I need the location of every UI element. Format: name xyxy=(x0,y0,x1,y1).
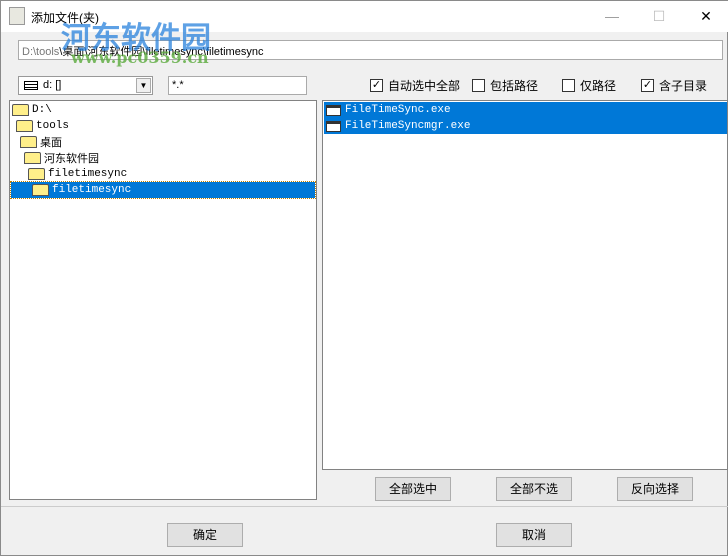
path-prefix: D:\tools xyxy=(22,46,60,58)
folder-icon xyxy=(24,152,41,164)
app-icon xyxy=(9,7,25,25)
tree-node[interactable]: filetimesync xyxy=(28,166,127,182)
folder-tree[interactable]: D:\ tools 桌面 河东软件园 filetimesync filetime… xyxy=(9,100,317,500)
drive-select[interactable]: d: [] ▼ xyxy=(18,76,153,95)
tree-node-label: 桌面 xyxy=(40,138,62,150)
checkbox-label: 自动选中全部 xyxy=(388,79,461,93)
file-item[interactable]: FileTimeSyncmgr.exe xyxy=(324,118,727,134)
checkbox-icon[interactable] xyxy=(472,79,485,92)
filter-input[interactable]: *.* xyxy=(168,76,307,95)
select-none-button[interactable]: 全部不选 xyxy=(496,477,572,501)
checkbox-path-only[interactable]: 仅路径 xyxy=(562,77,616,94)
divider xyxy=(1,506,728,507)
tree-node[interactable]: 桌面 xyxy=(20,134,62,150)
checkbox-auto-select-all[interactable]: ✓ 自动选中全部 xyxy=(370,77,460,94)
checkbox-label: 包括路径 xyxy=(490,79,539,93)
file-icon xyxy=(326,120,341,132)
cancel-button[interactable]: 取消 xyxy=(496,523,572,547)
checkbox-include-path[interactable]: 包括路径 xyxy=(472,77,538,94)
file-name: FileTimeSync.exe xyxy=(345,104,451,116)
tree-node-label: filetimesync xyxy=(52,184,132,196)
tree-node-selected[interactable]: filetimesync xyxy=(10,181,316,199)
folder-icon xyxy=(28,168,45,180)
close-button[interactable]: ✕ xyxy=(683,1,728,32)
checkbox-label: 仅路径 xyxy=(580,79,617,93)
minimize-button[interactable]: — xyxy=(589,1,635,32)
tree-node[interactable]: tools xyxy=(16,118,69,134)
checkbox-icon[interactable]: ✓ xyxy=(641,79,654,92)
tree-node-label: filetimesync xyxy=(48,168,128,180)
drive-icon xyxy=(24,81,38,90)
file-list[interactable]: FileTimeSync.exe FileTimeSyncmgr.exe xyxy=(322,100,728,470)
file-name: FileTimeSyncmgr.exe xyxy=(345,120,471,132)
maximize-button[interactable]: ☐ xyxy=(636,1,682,32)
tree-node-label: D:\ xyxy=(32,104,52,116)
file-icon xyxy=(326,104,341,116)
folder-open-icon xyxy=(32,184,49,196)
tree-node-label: 河东软件园 xyxy=(44,154,99,166)
checkbox-icon[interactable] xyxy=(562,79,575,92)
checkbox-include-subdirs[interactable]: ✓ 含子目录 xyxy=(641,77,707,94)
file-item[interactable]: FileTimeSync.exe xyxy=(324,102,727,118)
folder-icon xyxy=(12,104,29,116)
folder-icon xyxy=(20,136,37,148)
chevron-down-icon[interactable]: ▼ xyxy=(136,78,151,93)
checkbox-icon[interactable]: ✓ xyxy=(370,79,383,92)
tree-node[interactable]: 河东软件园 xyxy=(24,150,99,166)
select-all-button[interactable]: 全部选中 xyxy=(375,477,451,501)
invert-selection-button[interactable]: 反向选择 xyxy=(617,477,693,501)
folder-icon xyxy=(16,120,33,132)
tree-node[interactable]: D:\ xyxy=(12,102,52,118)
watermark-url: www.pc0359.cn xyxy=(71,48,209,67)
tree-node-label: tools xyxy=(36,120,70,132)
ok-button[interactable]: 确定 xyxy=(167,523,243,547)
checkbox-label: 含子目录 xyxy=(659,79,708,93)
drive-value: d: [] xyxy=(43,79,62,91)
